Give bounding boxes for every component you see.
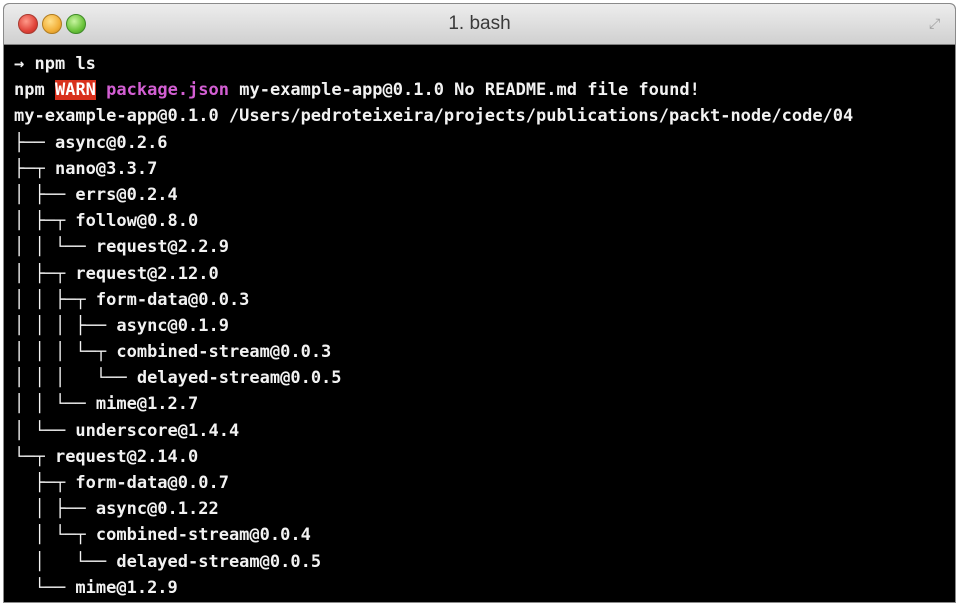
- tree-branch: │ ├──: [14, 184, 76, 205]
- warning-file: package.json: [106, 80, 229, 101]
- title-bar[interactable]: 1. bash ⤢: [4, 4, 955, 45]
- package-name: request@2.14.0: [54, 446, 199, 467]
- window-title: 1. bash: [448, 13, 511, 34]
- tree-branch: │ │ └──: [14, 237, 96, 258]
- package-name: errs@0.2.4: [75, 184, 178, 205]
- package-name: nano@3.3.7: [54, 158, 158, 179]
- package-name: combined-stream@0.0.3: [116, 342, 332, 363]
- package-name: async@0.1.22: [95, 499, 219, 520]
- tree-row: │ └── underscore@1.4.4: [14, 418, 955, 444]
- warning-prefix: npm: [14, 80, 45, 101]
- warning-message: my-example-app@0.1.0 No README.md file f…: [239, 80, 700, 101]
- tree-row: │ │ │ └── delayed-stream@0.0.5: [14, 365, 955, 391]
- tree-branch: │ └──: [14, 551, 117, 572]
- tree-row: ├─┬ nano@3.3.7: [14, 156, 955, 182]
- tree-row: ├─┬ form-data@0.0.7: [14, 470, 955, 496]
- package-name: form-data@0.0.3: [95, 289, 250, 310]
- terminal-output[interactable]: → npm ls npm WARN package.json my-exampl…: [4, 45, 955, 602]
- fullscreen-icon[interactable]: ⤢: [929, 16, 947, 32]
- tree-branch: └─┬: [14, 446, 55, 467]
- package-name: mime@1.2.9: [75, 577, 178, 598]
- terminal-window: 1. bash ⤢ → npm ls npm WARN package.json…: [3, 3, 956, 603]
- tree-branch: ├──: [14, 132, 55, 153]
- tree-row: │ │ │ ├── async@0.1.9: [14, 313, 955, 339]
- prompt-arrow: →: [14, 54, 25, 74]
- warning-line: npm WARN package.json my-example-app@0.1…: [14, 77, 955, 103]
- warn-badge: WARN: [54, 80, 96, 101]
- package-name: underscore@1.4.4: [75, 420, 240, 441]
- tree-branch: │ │ │ └──: [14, 368, 137, 389]
- tree-row: └─┬ request@2.14.0: [14, 444, 955, 470]
- package-name: combined-stream@0.0.4: [95, 525, 311, 546]
- prompt-line: → npm ls: [14, 51, 955, 77]
- tree-branch: │ └─┬: [14, 525, 96, 546]
- tree-row: │ │ │ └─┬ combined-stream@0.0.3: [14, 339, 955, 365]
- package-name: request@2.12.0: [75, 263, 219, 284]
- tree-branch: │ │ └──: [14, 394, 96, 415]
- package-name: follow@0.8.0: [75, 211, 199, 232]
- tree-row: │ │ └── mime@1.2.7: [14, 391, 955, 417]
- tree-branch: │ │ │ ├──: [14, 315, 117, 336]
- package-name: mime@1.2.7: [95, 394, 199, 415]
- tree-branch: ├─┬: [14, 473, 76, 493]
- tree-row: │ └── delayed-stream@0.0.5: [14, 549, 955, 575]
- tree-row: │ ├── async@0.1.22: [14, 496, 955, 522]
- package-name: delayed-stream@0.0.5: [116, 551, 322, 572]
- package-name: async@0.1.9: [116, 315, 229, 336]
- tree-row: │ │ ├─┬ form-data@0.0.3: [14, 287, 955, 313]
- tree-row: └── mime@1.2.9: [14, 575, 955, 601]
- tree-branch: │ ├─┬: [14, 263, 76, 284]
- tree-row: │ ├─┬ follow@0.8.0: [14, 208, 955, 234]
- package-name: delayed-stream@0.0.5: [136, 368, 342, 389]
- dependency-tree: ├── async@0.2.6 ├─┬ nano@3.3.7 │ ├── errs@…: [14, 130, 955, 601]
- tree-branch: └──: [14, 577, 76, 598]
- tree-branch: │ └──: [14, 420, 76, 441]
- tree-branch: │ │ ├─┬: [14, 289, 96, 310]
- package-name: form-data@0.0.7: [75, 473, 229, 493]
- tree-branch: │ ├─┬: [14, 211, 76, 232]
- tree-branch: │ ├──: [14, 499, 96, 520]
- tree-row: │ ├─┬ request@2.12.0: [14, 261, 955, 287]
- tree-branch: ├─┬: [14, 158, 55, 179]
- package-name: async@0.2.6: [54, 132, 168, 153]
- command-text: npm ls: [34, 54, 96, 74]
- tree-row: │ │ └── request@2.2.9: [14, 234, 955, 260]
- tree-row: │ ├── errs@0.2.4: [14, 182, 955, 208]
- root-package-line: my-example-app@0.1.0 /Users/pedroteixeir…: [14, 106, 854, 127]
- tree-row: │ └─┬ combined-stream@0.0.4: [14, 522, 955, 548]
- package-name: request@2.2.9: [95, 237, 229, 258]
- tree-row: ├── async@0.2.6: [14, 130, 955, 156]
- tree-branch: │ │ │ └─┬: [14, 342, 117, 363]
